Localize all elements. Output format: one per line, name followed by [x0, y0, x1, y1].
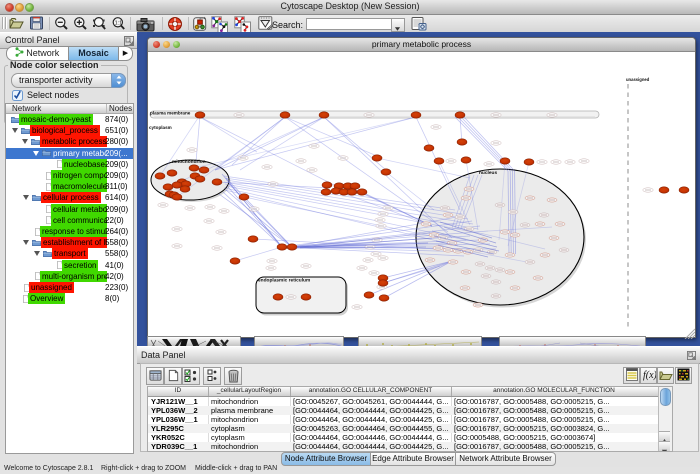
svg-text:1:1: 1:1: [115, 20, 123, 26]
svg-text:cytoplasm: cytoplasm: [149, 125, 172, 130]
svg-text:nucleus: nucleus: [479, 170, 497, 176]
svg-text:mitochondrion: mitochondrion: [172, 159, 206, 165]
svg-text:f(x): f(x): [643, 370, 656, 381]
svg-text:plasma membrane: plasma membrane: [150, 111, 191, 116]
svg-text:endoplasmic reticulum: endoplasmic reticulum: [258, 278, 310, 284]
svg-text:unassigned: unassigned: [626, 77, 650, 82]
